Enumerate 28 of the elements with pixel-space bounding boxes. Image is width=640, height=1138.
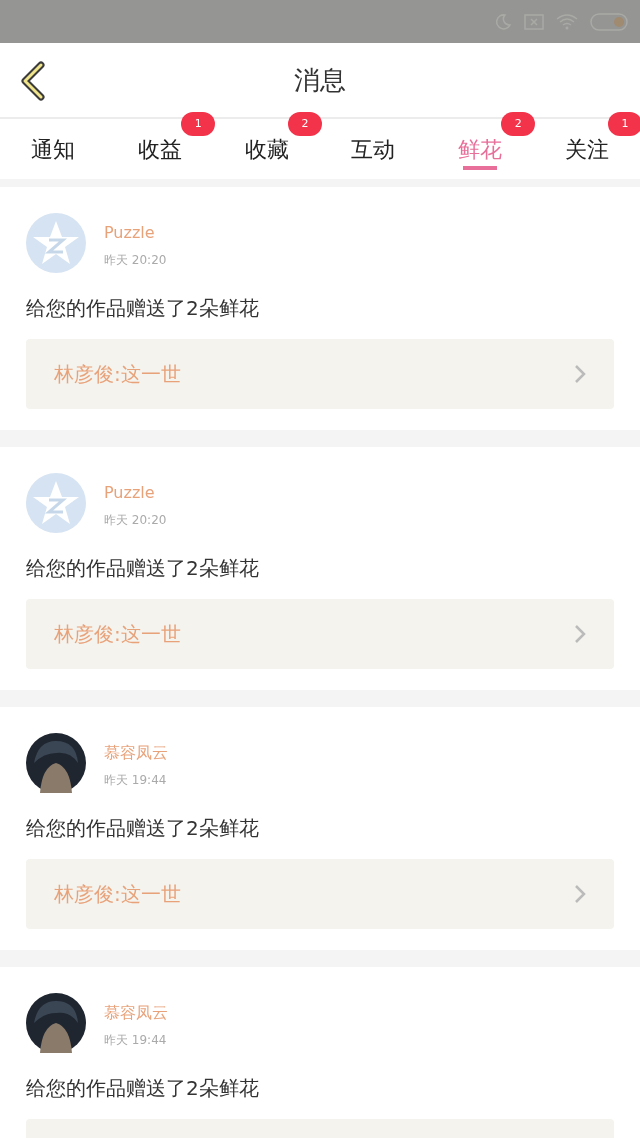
message-text: 给您的作品赠送了2朵鲜花 — [26, 555, 260, 582]
tab[interactable]: 通知 — [0, 119, 107, 179]
chevron-right-icon — [574, 624, 586, 644]
star-avatar-icon — [26, 213, 86, 273]
message-time: 昨天 19:44 — [104, 1032, 168, 1049]
message-text: 给您的作品赠送了2朵鲜花 — [26, 295, 260, 322]
page-title: 消息 — [294, 63, 346, 97]
avatar — [26, 993, 86, 1053]
sender-name: 慕容凤云 — [104, 742, 168, 764]
count-badge: 1 — [608, 112, 640, 136]
message-text: 给您的作品赠送了2朵鲜花 — [26, 815, 260, 842]
back-icon — [19, 61, 47, 101]
sender-name: Puzzle — [104, 222, 156, 244]
star-avatar-icon — [26, 473, 86, 533]
message-time: 昨天 19:44 — [104, 772, 168, 789]
message-time: 昨天 20:20 — [104, 252, 167, 269]
message-text: 给您的作品赠送了2朵鲜花 — [26, 1075, 260, 1102]
chevron-right-icon — [574, 364, 586, 384]
count-badge: 1 — [181, 112, 216, 136]
count-badge: 2 — [501, 112, 536, 136]
tab[interactable]: 互动 — [320, 119, 427, 179]
sender-name: 慕容凤云 — [104, 1002, 168, 1024]
avatar — [26, 733, 86, 793]
count-badge: 2 — [288, 112, 322, 136]
chevron-right-icon — [574, 884, 586, 904]
sender-name: Puzzle — [104, 482, 156, 504]
message-time: 昨天 20:20 — [104, 512, 167, 529]
battery-icon — [590, 12, 628, 31]
